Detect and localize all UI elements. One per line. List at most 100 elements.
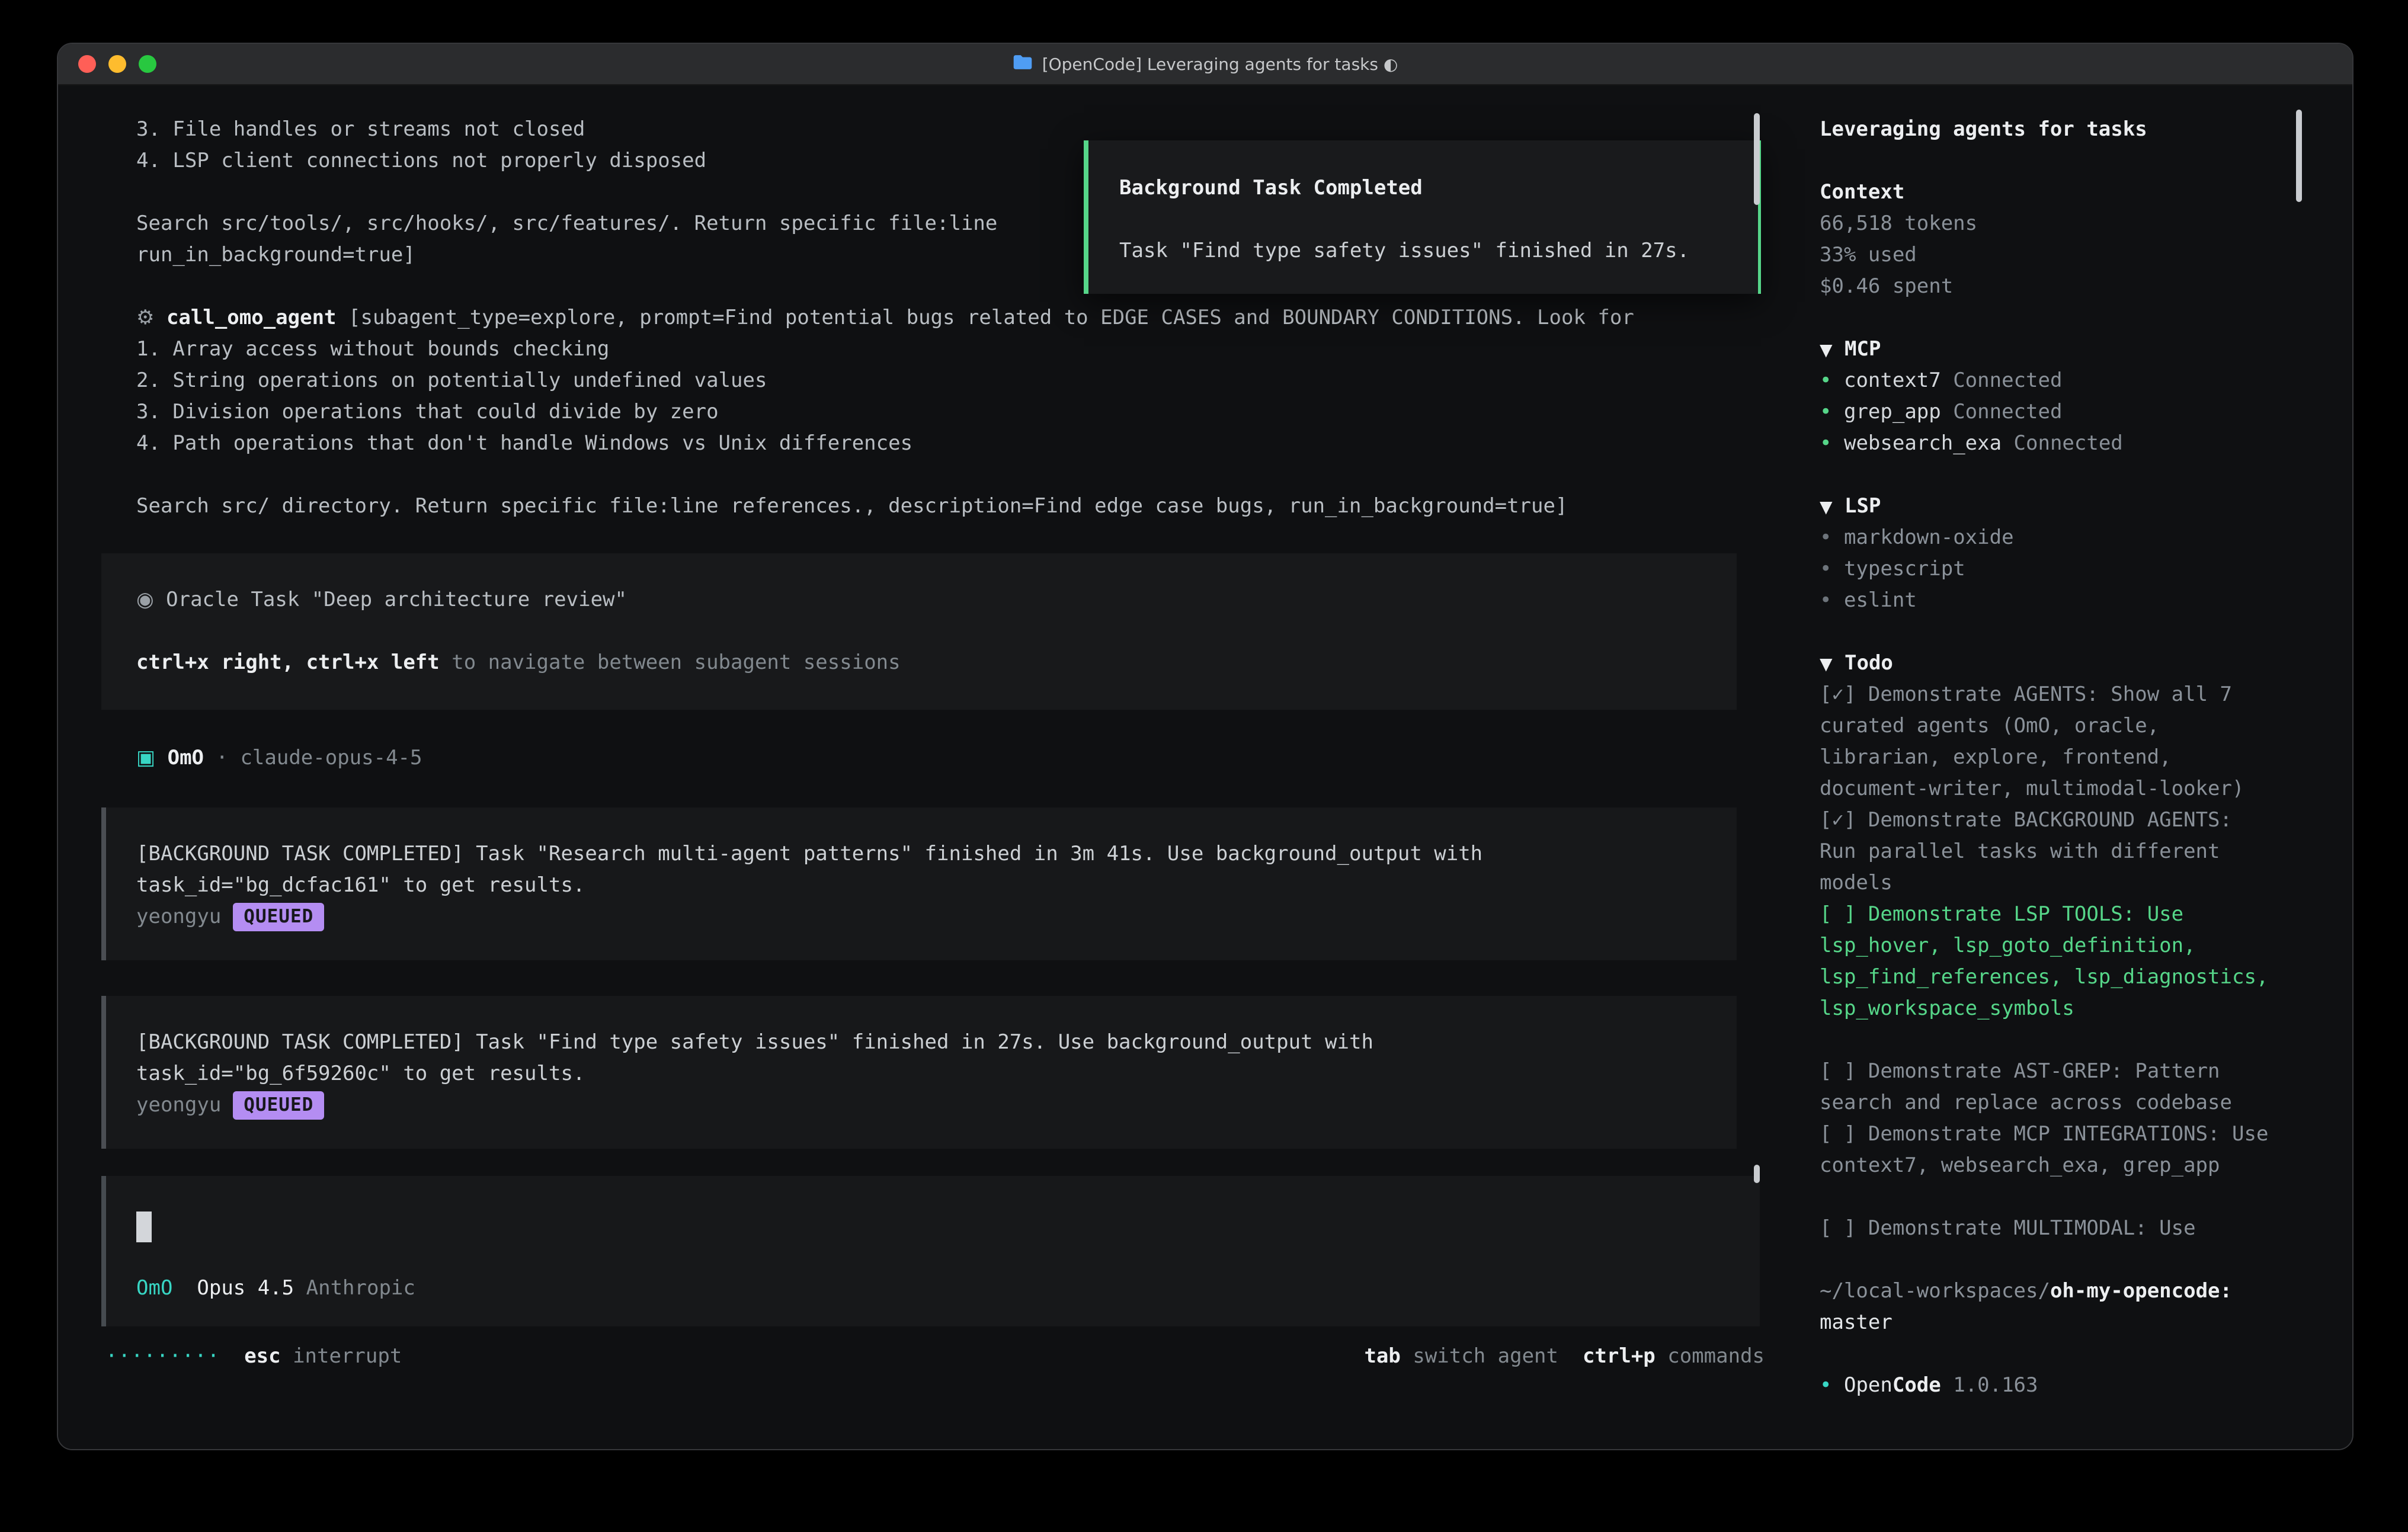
todo-checkbox: [ ] (1820, 1216, 1856, 1240)
todo-header[interactable]: ▼ Todo (1820, 648, 2270, 679)
todo-item: [✓] Demonstrate AGENTS: Show all 7 curat… (1820, 679, 2270, 805)
status-badge: QUEUED (233, 903, 324, 931)
todo-text: Demonstrate LSP TOOLS: Use lsp_hover, ls… (1820, 902, 2268, 1020)
oracle-task-title-line: ◉ Oracle Task "Deep architecture review" (136, 584, 1737, 616)
minimize-button[interactable] (108, 55, 126, 73)
content-area: 3. File handles or streams not closed 4.… (58, 85, 2352, 1449)
message-meta: yeongyu QUEUED (136, 901, 1737, 932)
lsp-item: • eslint (1820, 585, 2270, 616)
brand-name-open: Open (1831, 1373, 1892, 1397)
transcript-line: 2. String operations on potentially unde… (136, 365, 1795, 396)
oracle-task-title: Oracle Task "Deep architecture review" (154, 588, 627, 611)
ctrlp-key-hint: ctrl+p (1583, 1344, 1655, 1368)
workspace-info: ~/local-workspaces/oh-my-opencode: maste… (1820, 1275, 2270, 1338)
blank-line (136, 616, 1737, 647)
todo-text: Demonstrate AGENTS: Show all 7 curated a… (1820, 682, 2244, 800)
lsp-item: • markdown-oxide (1820, 522, 2270, 553)
chevron-down-icon: ▼ (1820, 654, 1833, 674)
prompt-input[interactable]: OmO Opus 4.5 Anthropic (101, 1176, 1760, 1326)
tab-key-label: switch agent (1401, 1344, 1558, 1368)
todo-checkbox: [ ] (1820, 1122, 1856, 1146)
oracle-task-panel: ◉ Oracle Task "Deep architecture review"… (101, 553, 1737, 710)
agent-separator: · (204, 746, 240, 770)
status-badge: QUEUED (233, 1091, 324, 1120)
sidebar-content: Leveraging agents for tasks Context 66,5… (1820, 114, 2270, 1401)
window-title: [OpenCode] Leveraging agents for tasks ◐ (1013, 54, 1398, 75)
mcp-header[interactable]: ▼ MCP (1820, 334, 2270, 365)
message-author: yeongyu (136, 901, 221, 932)
esc-key-label: interrupt (281, 1344, 402, 1368)
gear-icon: ⚙ (136, 306, 154, 329)
mcp-item: • grep_app Connected (1820, 396, 2270, 428)
oracle-hint-line: ctrl+x right, ctrl+x left to navigate be… (136, 647, 1737, 678)
window-controls (78, 44, 156, 84)
bullet-icon: • (1820, 588, 1831, 612)
window-title-text: [OpenCode] Leveraging agents for tasks ◐ (1042, 55, 1398, 74)
session-title: Leveraging agents for tasks (1820, 114, 2270, 145)
chevron-down-icon: ▼ (1820, 497, 1833, 517)
sidebar-scrollbar-thumb[interactable] (2296, 110, 2302, 202)
context-tokens: 66,518 tokens (1820, 208, 2270, 239)
status-left: ········· esc interrupt (105, 1341, 402, 1372)
bullet-icon: • (1820, 368, 1831, 392)
agent-model: claude-opus-4-5 (240, 746, 422, 770)
workspace-path-line: ~/local-workspaces/oh-my-opencode: (1820, 1275, 2270, 1307)
workspace-repo: oh-my-opencode: (2050, 1279, 2232, 1303)
titlebar: [OpenCode] Leveraging agents for tasks ◐ (58, 44, 2352, 85)
message-author: yeongyu (136, 1089, 221, 1121)
todo-item: [ ] Demonstrate AST-GREP: Pattern search… (1820, 1056, 2270, 1118)
lsp-header[interactable]: ▼ LSP (1820, 491, 2270, 522)
zoom-button[interactable] (139, 55, 156, 73)
tool-call-line: ⚙ call_omo_agent [subagent_type=explore,… (136, 302, 1795, 334)
context-spent: $0.46 spent (1820, 271, 2270, 302)
message-line: task_id="bg_6f59260c" to get results. (136, 1058, 1737, 1089)
bullet-icon: • (1820, 431, 1831, 455)
toast-notification[interactable]: Background Task Completed Task "Find typ… (1084, 140, 1761, 294)
context-section: Context 66,518 tokens 33% used $0.46 spe… (1820, 177, 2270, 302)
close-button[interactable] (78, 55, 96, 73)
lsp-section: ▼ LSP • markdown-oxide • typescript • es… (1820, 491, 2270, 616)
lsp-header-label: LSP (1833, 494, 1881, 518)
todo-item: [✓] Demonstrate BACKGROUND AGENTS: Run p… (1820, 805, 2270, 899)
todo-item: [ ] Demonstrate MULTIMODAL: Use (1820, 1213, 2270, 1244)
main-scrollbar-thumb[interactable] (1754, 1165, 1760, 1183)
hint-keys: ctrl+x right, ctrl+x left (136, 650, 440, 674)
status-bar: ········· esc interrupt tab switch agent… (58, 1341, 1795, 1421)
input-provider: Anthropic (306, 1276, 415, 1300)
main-scrollbar-thumb[interactable] (1754, 113, 1760, 205)
context-header: Context (1820, 177, 2270, 208)
spinner-dots: ········· (105, 1344, 220, 1368)
toast-title: Background Task Completed (1119, 172, 1758, 204)
todo-text: Demonstrate BACKGROUND AGENTS: Run paral… (1820, 808, 2232, 895)
todo-item: [ ] Demonstrate MCP INTEGRATIONS: Use co… (1820, 1118, 2270, 1181)
model-info-line: OmO Opus 4.5 Anthropic (136, 1273, 1760, 1304)
ctrlp-key-label: commands (1655, 1344, 1765, 1368)
hint-text: to navigate between subagent sessions (440, 650, 901, 674)
agent-name: OmO (155, 746, 204, 770)
mcp-name: grep_app (1844, 400, 1941, 424)
app-version: 1.0.163 (1941, 1373, 2038, 1397)
transcript-line: 3. Division operations that could divide… (136, 396, 1795, 428)
session-sidebar: Leveraging agents for tasks Context 66,5… (1795, 85, 2352, 1449)
message-meta: yeongyu QUEUED (136, 1089, 1737, 1121)
agent-header: ▣ OmO · claude-opus-4-5 (136, 742, 1795, 774)
todo-section: ▼ Todo [✓] Demonstrate AGENTS: Show all … (1820, 648, 2270, 1244)
transcript-line: 1. Array access without bounds checking (136, 334, 1795, 365)
todo-checkbox: [ ] (1820, 902, 1856, 926)
todo-checkbox: [✓] (1820, 808, 1856, 832)
transcript-line: Search src/ directory. Return specific f… (136, 491, 1795, 522)
input-agent-name: OmO (136, 1276, 172, 1300)
folder-icon (1013, 54, 1033, 75)
todo-checkbox: [✓] (1820, 682, 1856, 706)
input-model-name: Opus 4.5 (197, 1276, 294, 1300)
message-line: task_id="bg_dcfac161" to get results. (136, 870, 1737, 901)
lsp-item: • typescript (1820, 553, 2270, 585)
tool-call-name: call_omo_agent (154, 306, 336, 329)
mcp-item: • websearch_exa Connected (1820, 428, 2270, 459)
todo-header-label: Todo (1833, 651, 1893, 675)
bullet-icon: • (1820, 525, 1831, 549)
mcp-name: context7 (1844, 368, 1941, 392)
mcp-status: Connected (2002, 431, 2123, 455)
mcp-status: Connected (1941, 400, 2063, 424)
mcp-section: ▼ MCP • context7 Connected • grep_app Co… (1820, 334, 2270, 459)
